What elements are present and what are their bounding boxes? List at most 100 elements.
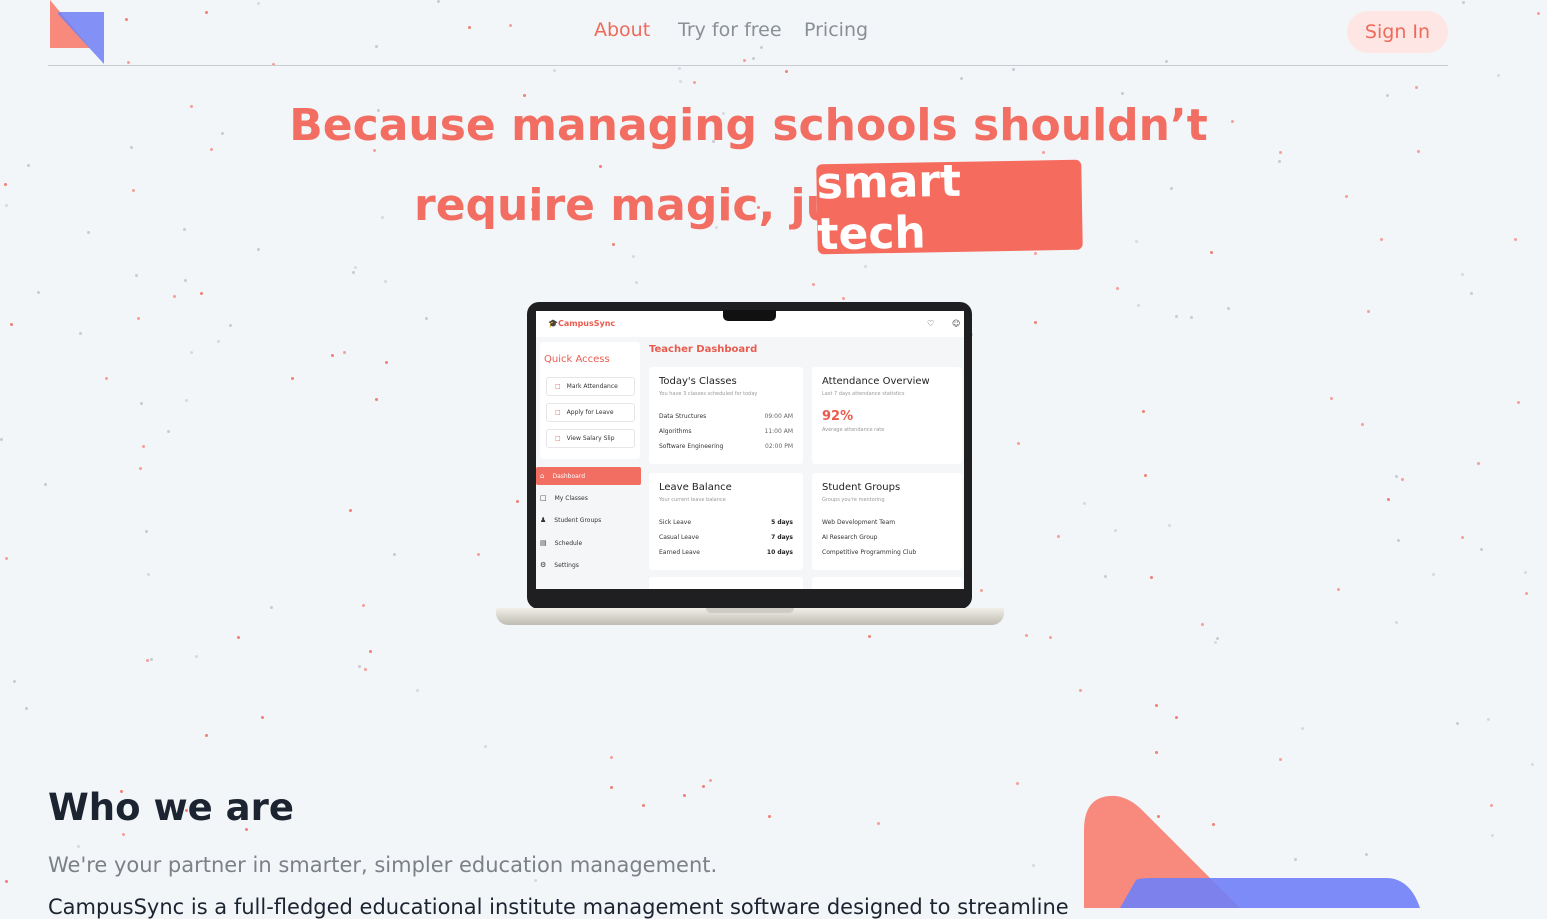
background-dot bbox=[364, 668, 367, 671]
sidebar-item-student-groups[interactable]: ♟ Student Groups bbox=[536, 511, 641, 529]
background-dot bbox=[10, 323, 13, 326]
background-dot bbox=[1137, 304, 1140, 307]
background-dot bbox=[516, 500, 519, 503]
leave-type: Earned Leave bbox=[659, 549, 700, 556]
background-dot bbox=[291, 377, 294, 380]
bell-icon: ♡ bbox=[927, 319, 935, 328]
sidebar-item-my-classes[interactable]: □ My Classes bbox=[536, 489, 641, 507]
class-name: Software Engineering bbox=[659, 443, 724, 450]
background-dot bbox=[610, 756, 613, 759]
background-dot bbox=[1170, 187, 1173, 190]
background-dot bbox=[768, 815, 771, 818]
card-title: Student Groups bbox=[822, 482, 901, 493]
background-dot bbox=[1201, 623, 1204, 626]
todays-classes-card: Today's Classes You have 3 classes sched… bbox=[649, 367, 803, 464]
background-dot bbox=[1057, 535, 1060, 538]
background-dot bbox=[147, 573, 150, 576]
background-dot bbox=[1387, 498, 1390, 501]
card-subtitle: Last 7 days attendance statistics bbox=[822, 391, 905, 397]
background-dot bbox=[960, 77, 963, 80]
background-dot bbox=[122, 833, 125, 836]
background-dot bbox=[1395, 621, 1398, 624]
background-dot bbox=[877, 822, 880, 825]
background-dot bbox=[477, 553, 480, 556]
card-title: Attendance Overview bbox=[822, 376, 930, 387]
background-dot bbox=[1514, 238, 1517, 241]
background-dot bbox=[632, 255, 635, 258]
background-dot bbox=[1497, 74, 1500, 77]
sidebar-item-label: Dashboard bbox=[552, 472, 586, 480]
background-dot bbox=[135, 274, 138, 277]
sidebar-item-dashboard[interactable]: ⌂ Dashboard bbox=[536, 467, 641, 485]
background-dot bbox=[1279, 151, 1282, 154]
background-dot bbox=[139, 467, 142, 470]
partial-card bbox=[812, 577, 962, 589]
who-we-are-subtitle: We're your partner in smarter, simpler e… bbox=[48, 853, 718, 877]
background-dot bbox=[709, 779, 712, 782]
leave-days: 10 days bbox=[766, 549, 793, 556]
background-dot bbox=[87, 231, 90, 234]
background-dot bbox=[1227, 307, 1230, 310]
background-dot bbox=[1214, 641, 1217, 644]
nav-about-link[interactable]: About bbox=[594, 19, 650, 41]
card-title: Leave Balance bbox=[659, 482, 732, 493]
background-dot bbox=[257, 248, 260, 251]
background-dot bbox=[1012, 68, 1015, 71]
background-dot bbox=[393, 553, 396, 556]
background-dot bbox=[812, 283, 815, 286]
decorative-shape bbox=[1084, 795, 1420, 908]
background-dot bbox=[205, 734, 208, 737]
gear-icon: ⚙ bbox=[540, 561, 547, 569]
background-dot bbox=[1083, 502, 1086, 505]
app-brand: CampusSync bbox=[548, 319, 615, 328]
laptop-base bbox=[496, 608, 1004, 625]
calendar-icon: □ bbox=[555, 383, 561, 390]
hero-headline-line1: Because managing schools shouldn’t bbox=[289, 100, 1208, 151]
mark-attendance-button[interactable]: □ Mark Attendance bbox=[546, 377, 635, 396]
background-dot bbox=[44, 483, 47, 486]
background-dot bbox=[1395, 475, 1398, 478]
background-dot bbox=[1079, 689, 1082, 692]
background-dot bbox=[1168, 524, 1171, 527]
background-dot bbox=[1524, 571, 1527, 574]
background-dot bbox=[229, 324, 232, 327]
background-dot bbox=[1121, 92, 1124, 95]
nav-pricing-link[interactable]: Pricing bbox=[804, 19, 868, 41]
background-dot bbox=[1345, 195, 1348, 198]
quick-access-card: Quick Access □ Mark Attendance □ Apply for… bbox=[540, 342, 640, 459]
sidebar-item-settings[interactable]: ⚙ Settings bbox=[536, 556, 641, 574]
background-dot bbox=[145, 530, 148, 533]
background-dot bbox=[5, 557, 8, 560]
sign-in-button[interactable]: Sign In bbox=[1347, 11, 1448, 53]
nav-try-free-link[interactable]: Try for free bbox=[678, 19, 782, 41]
background-dot bbox=[358, 665, 361, 668]
background-dot bbox=[140, 402, 143, 405]
background-dot bbox=[1278, 160, 1281, 163]
background-dot bbox=[1480, 548, 1483, 551]
sidebar-item-schedule[interactable]: ▤ Schedule bbox=[536, 534, 641, 552]
background-dot bbox=[362, 604, 365, 607]
background-dot bbox=[13, 680, 16, 683]
background-dot bbox=[1415, 86, 1418, 89]
background-dot bbox=[1210, 251, 1213, 254]
sidebar-item-label: Student Groups bbox=[554, 516, 602, 524]
background-dot bbox=[1116, 287, 1119, 290]
background-dot bbox=[1462, 1, 1465, 4]
background-dot bbox=[612, 243, 615, 246]
class-name: Data Structures bbox=[659, 413, 707, 420]
background-dot bbox=[137, 317, 140, 320]
class-time: 02:00 PM bbox=[765, 443, 793, 450]
book-icon: □ bbox=[540, 494, 547, 502]
card-subtitle: Your current leave balance bbox=[659, 497, 726, 503]
background-dot bbox=[173, 295, 176, 298]
background-dot bbox=[1032, 864, 1035, 867]
view-salary-button[interactable]: □ View Salary Slip bbox=[546, 429, 635, 448]
qa-label: Apply for Leave bbox=[566, 409, 614, 416]
leave-type: Casual Leave bbox=[659, 534, 699, 541]
laptop-screen: CampusSync ♡ ☺ Quick Access □ Mark Attend… bbox=[536, 311, 964, 589]
background-dot bbox=[1330, 397, 1333, 400]
apply-leave-button[interactable]: □ Apply for Leave bbox=[546, 403, 635, 422]
background-dot bbox=[1490, 804, 1493, 807]
background-dot bbox=[642, 804, 645, 807]
background-dot bbox=[683, 794, 686, 797]
